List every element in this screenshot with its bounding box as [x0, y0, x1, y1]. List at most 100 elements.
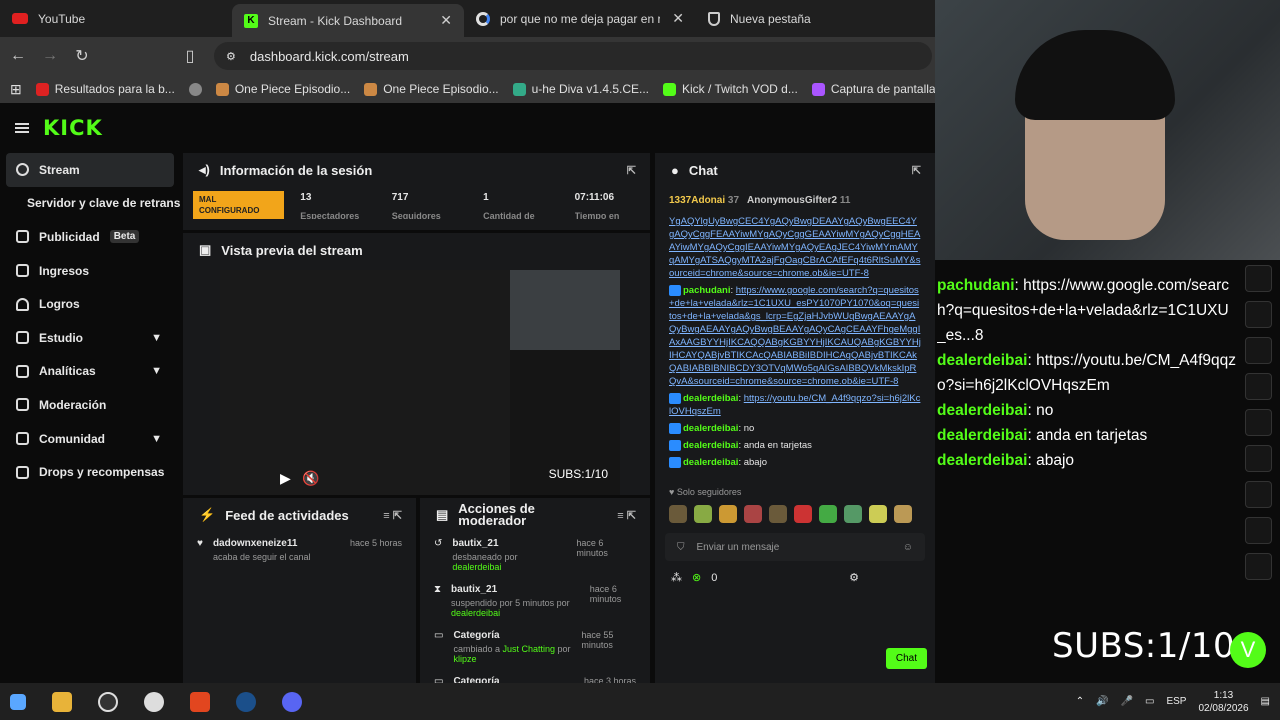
filter-icon[interactable]: ≡ ⇱ — [383, 509, 402, 522]
sidebar-item-income[interactable]: Ingresos — [0, 254, 180, 288]
site-info-icon[interactable]: ⚙ — [226, 50, 236, 63]
emote-icon[interactable] — [819, 505, 837, 523]
sidebar-item-ads[interactable]: Publicidad Beta — [0, 220, 180, 254]
chevron-down-icon: ▼ — [151, 331, 162, 344]
bookmark-item[interactable]: u-he Diva v1.4.5.CE... — [512, 82, 649, 96]
emote-icon[interactable] — [694, 505, 712, 523]
network-icon[interactable]: ▭ — [1145, 696, 1154, 707]
tab-google-search[interactable]: por que no me deja pagar en ra...✕ — [464, 0, 696, 37]
kick-icon: K — [244, 13, 258, 28]
stream-preview-panel: ▣ Vista previa del stream ▶ 🔇 SUBS:1/10 — [183, 233, 650, 495]
clock-app-icon[interactable] — [144, 691, 164, 712]
filter-icon[interactable]: ≡ ⇱ — [617, 509, 636, 522]
clock[interactable]: 1:13 02/08/2026 — [1198, 689, 1248, 715]
users-icon[interactable]: ⁂ — [671, 571, 682, 584]
stream-preview-video[interactable]: ▶ 🔇 SUBS:1/10 — [220, 270, 620, 495]
dock-button[interactable] — [1244, 517, 1272, 544]
sidebar-item-server-key[interactable]: Servidor y clave de retransn — [0, 187, 180, 221]
tab-youtube[interactable]: YouTube — [0, 0, 232, 37]
badge-icon — [669, 392, 681, 404]
chat-message: pachudani: https://www.google.com/search… — [669, 284, 921, 387]
preview-webcam — [510, 270, 620, 350]
points-icon: ⊗ — [692, 572, 702, 584]
tab-kick-dashboard[interactable]: K Stream - Kick Dashboard ✕ — [232, 4, 464, 37]
volume-icon[interactable]: 🔊 — [1096, 696, 1108, 707]
studio-icon — [16, 331, 29, 345]
brave-icon[interactable] — [190, 691, 210, 712]
settings-icon[interactable]: ⚙ — [849, 571, 859, 584]
sound-icon: ◂) — [199, 162, 210, 177]
heart-icon: ♥ — [197, 538, 203, 549]
hourglass-icon: ⧗ — [434, 584, 442, 595]
steam-icon[interactable] — [236, 691, 256, 712]
emote-icon[interactable] — [669, 505, 687, 523]
back-icon[interactable]: ← — [4, 47, 32, 65]
clipboard-icon: ▤ — [436, 507, 449, 522]
notifications-icon[interactable]: ▤ — [1261, 696, 1270, 707]
windows-start-icon[interactable] — [10, 693, 26, 710]
bolt-icon: ⚡ — [199, 507, 216, 522]
bookmark-item[interactable]: One Piece Episodio... — [215, 82, 350, 96]
close-tab-icon[interactable]: ✕ — [672, 10, 684, 27]
shield-icon — [708, 11, 720, 26]
sidebar-item-moderation[interactable]: Moderación — [0, 388, 180, 422]
preview-subs-overlay: SUBS:1/10 — [548, 467, 608, 481]
mic-icon[interactable]: 🎤 — [1121, 696, 1133, 707]
play-icon[interactable]: ▶ 🔇 — [280, 470, 320, 487]
bookmark-item[interactable]: Captura de pantalla... — [811, 82, 935, 96]
ads-icon — [16, 230, 29, 244]
gifter[interactable]: 1337Adonai 37 — [669, 195, 739, 206]
bookmark-icon[interactable]: ▯ — [176, 46, 204, 66]
stat-count: 1 Cantidad de — [483, 191, 535, 219]
emoji-icon[interactable]: ☺ — [903, 542, 913, 553]
overlay-message: dealerdeibai: no — [937, 402, 1054, 419]
emote-icon[interactable] — [894, 505, 912, 523]
url-input[interactable]: ⚙ dashboard.kick.com/stream — [214, 42, 932, 70]
emote-icon[interactable] — [719, 505, 737, 523]
dock-button[interactable] — [1244, 445, 1272, 472]
discord-icon[interactable] — [282, 691, 302, 712]
popout-icon[interactable]: ⇱ — [912, 164, 921, 177]
apps-icon[interactable]: ⊞ — [10, 81, 22, 98]
emote-icon[interactable] — [869, 505, 887, 523]
dock-button[interactable] — [1244, 481, 1272, 508]
sidebar-item-stream[interactable]: Stream — [6, 153, 174, 187]
dock-button[interactable] — [1244, 409, 1272, 436]
chat-message: dealerdeibai: no — [655, 420, 935, 437]
dock-button[interactable] — [1244, 337, 1272, 364]
send-chat-button[interactable]: Chat — [885, 648, 927, 669]
emote-icon[interactable] — [844, 505, 862, 523]
bookmark-item[interactable] — [188, 82, 202, 96]
obs-icon[interactable] — [98, 691, 118, 712]
streamer-hair — [1015, 30, 1175, 120]
tab-new-tab[interactable]: Nueva pestaña — [696, 0, 928, 37]
reload-icon[interactable]: ↻ — [68, 46, 96, 66]
dock-button[interactable] — [1244, 373, 1272, 400]
dock-button[interactable] — [1244, 265, 1272, 292]
emote-icon[interactable] — [769, 505, 787, 523]
gifter[interactable]: AnonymousGifter2 11 — [747, 195, 850, 206]
emote-icon[interactable] — [744, 505, 762, 523]
bookmark-item[interactable]: Kick / Twitch VOD d... — [663, 82, 798, 96]
sidebar-item-studio[interactable]: Estudio ▼ — [0, 321, 180, 355]
sidebar-item-achievements[interactable]: Logros — [0, 287, 180, 321]
kick-logo[interactable]: KICK — [43, 116, 103, 140]
bookmark-item[interactable]: One Piece Episodio... — [364, 82, 499, 96]
preview-screen — [220, 270, 510, 495]
sidebar-item-analytics[interactable]: Analíticas ▼ — [0, 355, 180, 389]
bookmark-item[interactable]: Resultados para la b... — [35, 82, 175, 96]
emote-icon[interactable] — [794, 505, 812, 523]
menu-icon[interactable] — [15, 123, 29, 133]
dock-button[interactable] — [1244, 553, 1272, 580]
sidebar-item-drops[interactable]: Drops y recompensas — [0, 455, 180, 489]
file-explorer-icon[interactable] — [52, 691, 72, 712]
chevron-up-icon[interactable]: ⌃ — [1076, 696, 1084, 707]
misconfigured-badge[interactable]: MAL CONFIGURADO — [193, 191, 285, 219]
popout-icon[interactable]: ⇱ — [627, 164, 636, 177]
windows-taskbar: ⌃ 🔊 🎤 ▭ ESP 1:13 02/08/2026 ▤ — [0, 683, 1280, 720]
sidebar-item-community[interactable]: Comunidad ▼ — [0, 422, 180, 456]
close-tab-icon[interactable]: ✕ — [440, 12, 452, 29]
dock-button[interactable] — [1244, 301, 1272, 328]
forward-icon[interactable]: → — [36, 47, 64, 65]
chat-input[interactable]: ⛉ Enviar un mensaje ☺ — [665, 533, 925, 561]
